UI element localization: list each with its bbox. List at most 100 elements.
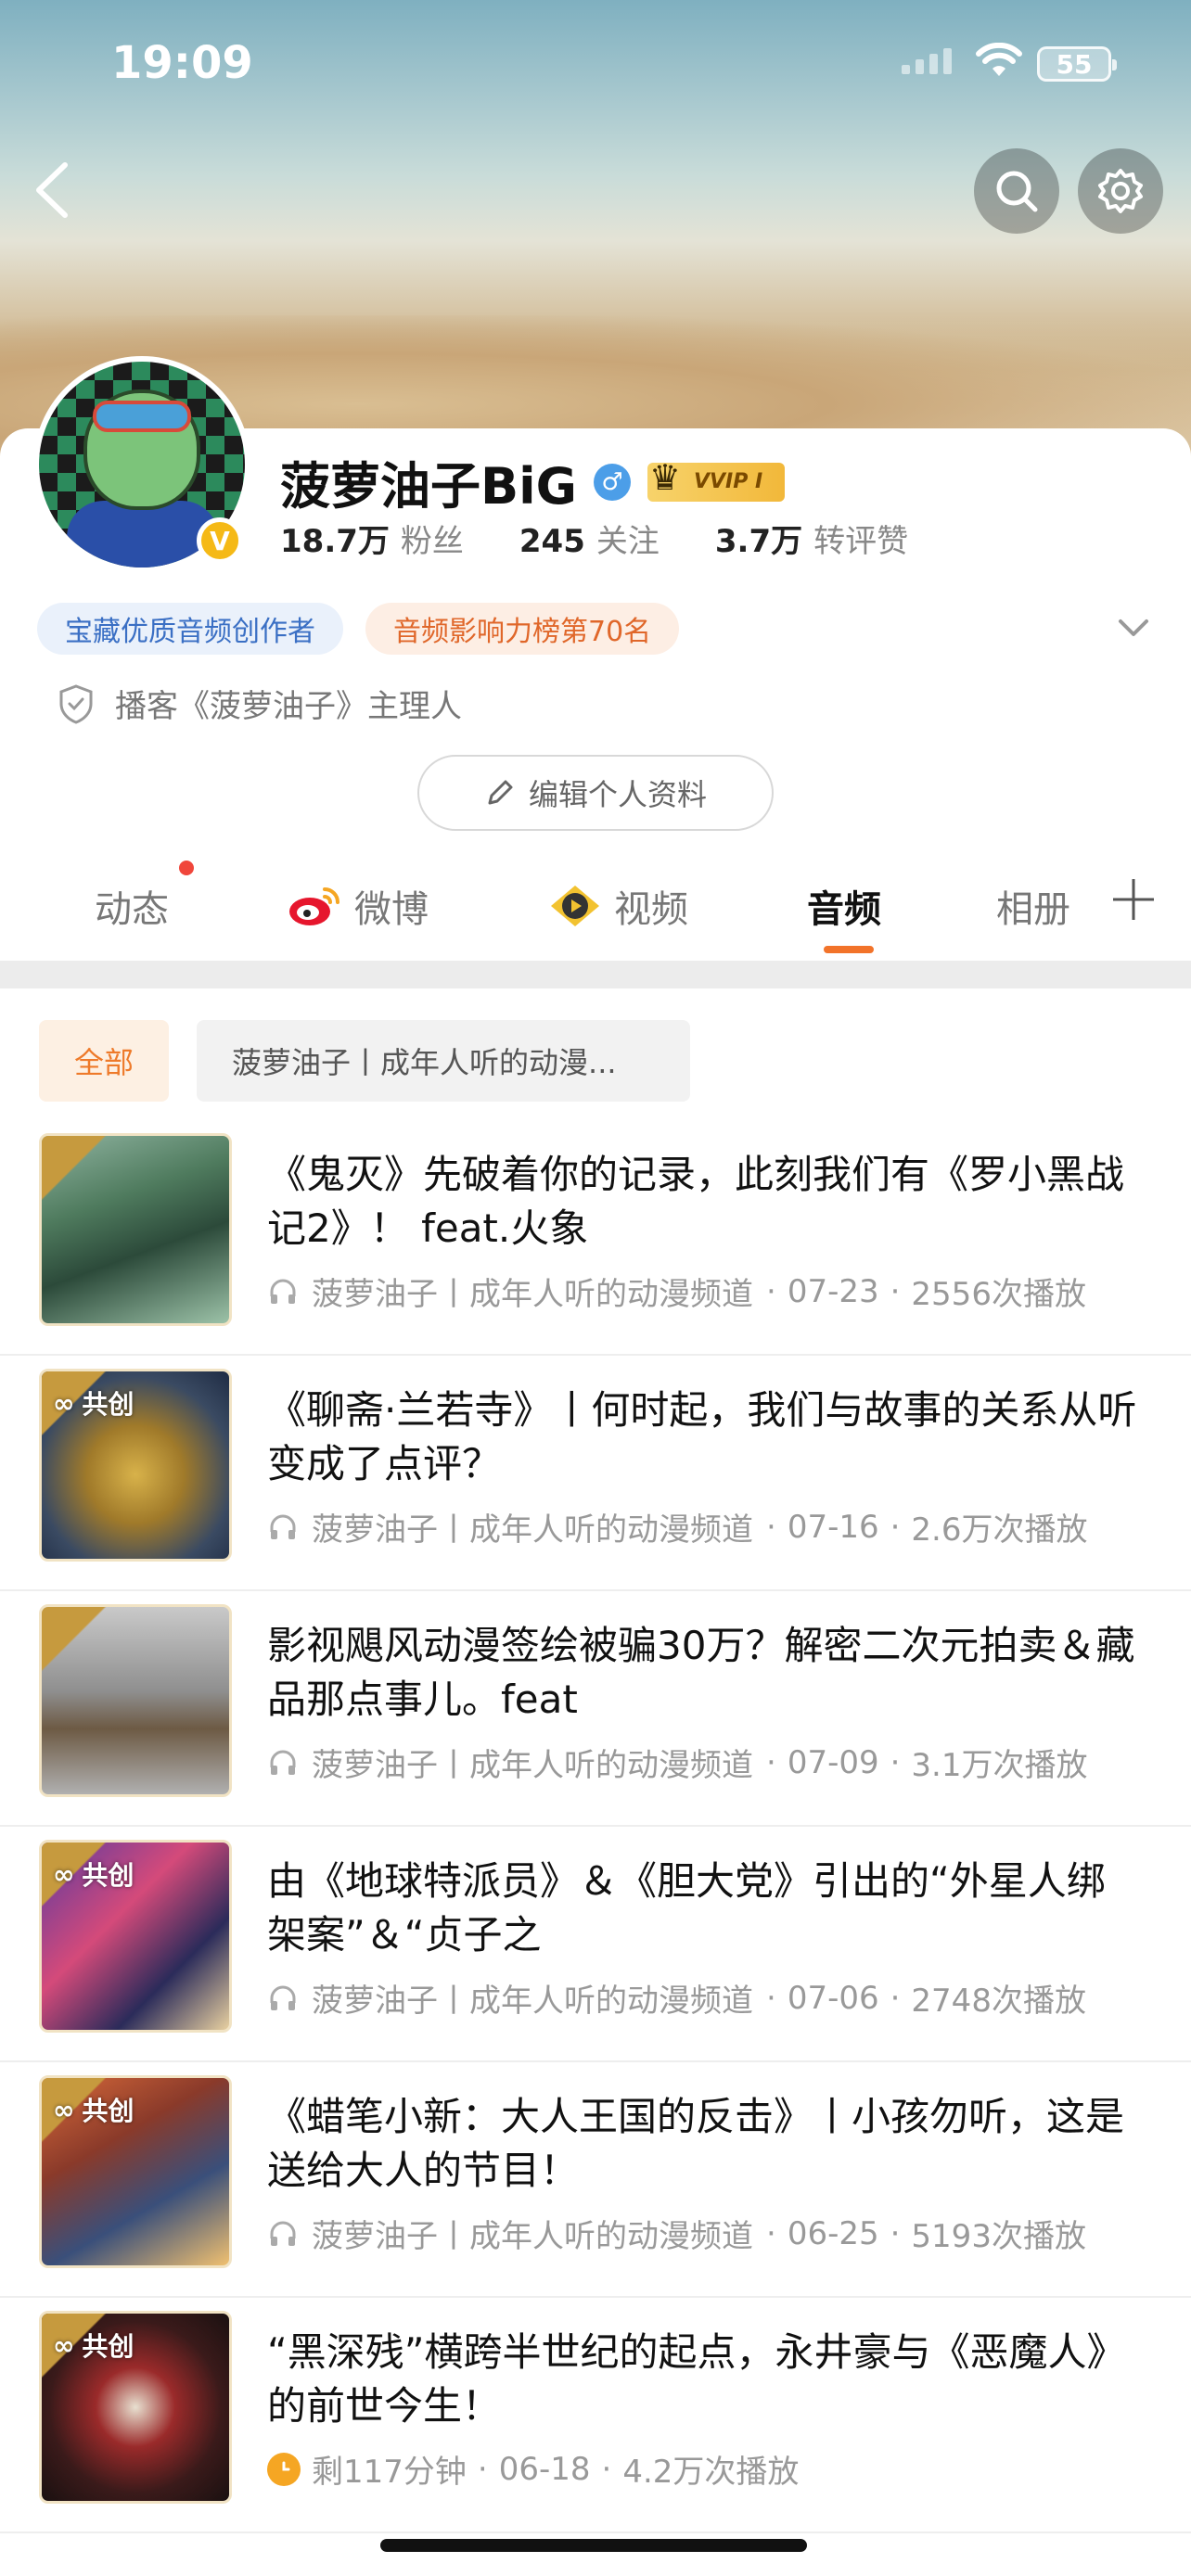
- list-item[interactable]: ∞ 共创 由《地球特派员》＆《胆大党》引出的“外星人绑架案”＆“贞子之 菠萝油子丨…: [0, 1827, 1191, 2062]
- settings-button[interactable]: [1078, 148, 1163, 234]
- tag-ranking[interactable]: 音频影响力榜第70名: [365, 603, 680, 655]
- video-icon: [551, 886, 599, 926]
- stat-value: 245: [519, 523, 585, 560]
- podcast-label: 播客《菠萝油子》主理人: [115, 688, 462, 725]
- headphones-icon: [270, 1985, 296, 2010]
- search-icon: [996, 171, 1038, 212]
- audio-plays: 2748次播放: [911, 1983, 1086, 2020]
- plus-icon[interactable]: [1109, 875, 1158, 924]
- clock-icon: [267, 2452, 301, 2486]
- profile-stats: 18.7万 粉丝 245 关注 3.7万 转评赞: [280, 516, 964, 561]
- status-bar: 19:09 55: [0, 0, 1191, 130]
- filter-all[interactable]: 全部: [39, 1020, 170, 1102]
- battery-indicator: 55: [1037, 46, 1117, 82]
- audio-title: 由《地球特派员》＆《胆大党》引出的“外星人绑架案”＆“贞子之: [267, 1858, 1106, 1958]
- audio-cover: ∞ 共创: [39, 1840, 232, 2033]
- audio-meta: 菠萝油子丨成年人听的动漫频道 · 07-06 · 2748次播放: [267, 1975, 1154, 2021]
- audio-date: 06-25: [787, 2214, 879, 2252]
- tab-album[interactable]: 相册: [996, 879, 1070, 933]
- audio-cover: [39, 1604, 232, 1797]
- tab-label: 微博: [354, 888, 429, 931]
- audio-title: “黑深残”横跨半世纪的起点，永井豪与《恶魔人》的前世今生！: [267, 2329, 1126, 2429]
- audio-meta: 菠萝油子丨成年人听的动漫频道 · 06-25 · 5193次播放: [267, 2211, 1154, 2256]
- verified-badge: V: [197, 517, 243, 564]
- search-button[interactable]: [974, 148, 1059, 234]
- audio-source: 菠萝油子丨成年人听的动漫频道: [312, 2218, 753, 2255]
- chevron-down-icon[interactable]: [1115, 612, 1152, 645]
- shield-icon: [59, 683, 93, 724]
- list-item[interactable]: ∞ 共创 “黑深残”横跨半世纪的起点，永井豪与《恶魔人》的前世今生！ 剩117分钟…: [0, 2298, 1191, 2533]
- audio-title: 《蜡笔小新：大人王国的反击》丨小孩勿听，这是送给大人的节目！: [267, 2094, 1125, 2193]
- co-create-badge: ∞ 共创: [53, 2094, 134, 2127]
- tab-label: 视频: [614, 888, 688, 931]
- co-create-badge: ∞ 共创: [53, 1387, 134, 1421]
- audio-plays: 2556次播放: [911, 1276, 1086, 1313]
- profile-name: 菠萝油子BiG: [280, 457, 577, 516]
- audio-meta: 菠萝油子丨成年人听的动漫频道 · 07-23 · 2556次播放: [267, 1269, 1154, 1314]
- notification-dot: [179, 861, 194, 875]
- audio-cover: ∞ 共创: [39, 1369, 232, 1562]
- profile-tags: 宝藏优质音频创作者 音频影响力榜第70名: [37, 603, 680, 655]
- audio-title: 影视飓风动漫签绘被骗30万？解密二次元拍卖＆藏品那点事儿。feat: [267, 1623, 1135, 1722]
- link-icon: ∞: [53, 2329, 75, 2361]
- audio-list: 《鬼灭》先破着你的记录，此刻我们有《罗小黑战记2》！ feat.火象 菠萝油子丨…: [0, 1120, 1191, 2533]
- back-icon[interactable]: [28, 158, 74, 223]
- audio-date: 07-06: [787, 1979, 879, 2017]
- pencil-icon: [488, 780, 513, 805]
- link-icon: ∞: [53, 1387, 75, 1419]
- male-icon: ♂: [594, 463, 631, 501]
- audio-cover: [39, 1133, 232, 1326]
- tag-creator[interactable]: 宝藏优质音频创作者: [37, 603, 343, 655]
- audio-date: 07-23: [787, 1272, 879, 1310]
- tab-audio[interactable]: 音频: [807, 879, 881, 933]
- active-tab-indicator: [824, 946, 874, 953]
- tab-label: 动态: [95, 888, 169, 931]
- audio-date: 07-16: [787, 1508, 879, 1546]
- headphones-icon: [270, 1750, 296, 1775]
- filter-channel[interactable]: 菠萝油子丨成年人听的动漫...: [197, 1020, 691, 1102]
- stat-followers[interactable]: 18.7万 粉丝: [280, 516, 464, 561]
- audio-source: 菠萝油子丨成年人听的动漫频道: [312, 1747, 753, 1784]
- stat-label: 关注: [596, 523, 660, 560]
- tab-weibo[interactable]: 微博: [288, 879, 429, 933]
- audio-filters: 全部 菠萝油子丨成年人听的动漫...: [39, 1020, 691, 1102]
- audio-date: 07-09: [787, 1743, 879, 1781]
- signal-icon: [902, 48, 952, 74]
- audio-plays: 2.6万次播放: [911, 1511, 1088, 1549]
- audio-meta: 剩117分钟 · 06-18 · 4.2万次播放: [267, 2446, 1154, 2492]
- stat-value: 18.7万: [280, 523, 390, 560]
- list-item[interactable]: ∞ 共创 《蜡笔小新：大人王国的反击》丨小孩勿听，这是送给大人的节目！ 菠萝油子丨…: [0, 2062, 1191, 2298]
- audio-meta: 菠萝油子丨成年人听的动漫频道 · 07-16 · 2.6万次播放: [267, 1504, 1154, 1549]
- link-icon: ∞: [53, 1858, 75, 1890]
- profile-tabs: 动态 微博 视频 音频 相册: [0, 857, 1191, 961]
- audio-plays: 5193次播放: [911, 2218, 1086, 2255]
- section-divider: [0, 961, 1191, 988]
- audio-plays: 4.2万次播放: [622, 2454, 800, 2491]
- headphones-icon: [270, 2221, 296, 2246]
- edit-profile-label: 编辑个人资料: [528, 777, 707, 812]
- stat-label: 粉丝: [400, 523, 464, 560]
- tab-feed[interactable]: 动态: [95, 879, 169, 933]
- stat-interactions[interactable]: 3.7万 转评赞: [715, 516, 908, 561]
- tab-video[interactable]: 视频: [549, 879, 688, 933]
- audio-title: 《聊斋·兰若寺》丨何时起，我们与故事的关系从听变成了点评？: [267, 1387, 1137, 1486]
- tab-label: 音频: [807, 888, 881, 931]
- audio-source: 菠萝油子丨成年人听的动漫频道: [312, 1511, 753, 1549]
- audio-meta: 菠萝油子丨成年人听的动漫频道 · 07-09 · 3.1万次播放: [267, 1740, 1154, 1785]
- podcast-info: 播客《菠萝油子》主理人: [58, 681, 462, 726]
- audio-plays: 3.1万次播放: [911, 1747, 1088, 1784]
- crown-icon: ♛: [649, 456, 682, 498]
- stat-following[interactable]: 245 关注: [519, 516, 660, 561]
- wifi-icon: [976, 43, 1022, 76]
- link-icon: ∞: [53, 2094, 75, 2125]
- edit-profile-button[interactable]: 编辑个人资料: [417, 755, 774, 831]
- audio-source: 菠萝油子丨成年人听的动漫频道: [312, 1276, 753, 1313]
- headphones-icon: [270, 1514, 296, 1539]
- headphones-icon: [270, 1279, 296, 1304]
- list-item[interactable]: 《鬼灭》先破着你的记录，此刻我们有《罗小黑战记2》！ feat.火象 菠萝油子丨…: [0, 1120, 1191, 1356]
- vip-label: VVIP I: [694, 470, 763, 493]
- list-item[interactable]: 影视飓风动漫签绘被骗30万？解密二次元拍卖＆藏品那点事儿。feat 菠萝油子丨成…: [0, 1591, 1191, 1827]
- audio-source: 菠萝油子丨成年人听的动漫频道: [312, 1983, 753, 2020]
- vip-badge[interactable]: ♛ VVIP I: [647, 457, 786, 502]
- list-item[interactable]: ∞ 共创 《聊斋·兰若寺》丨何时起，我们与故事的关系从听变成了点评？ 菠萝油子丨成…: [0, 1356, 1191, 1591]
